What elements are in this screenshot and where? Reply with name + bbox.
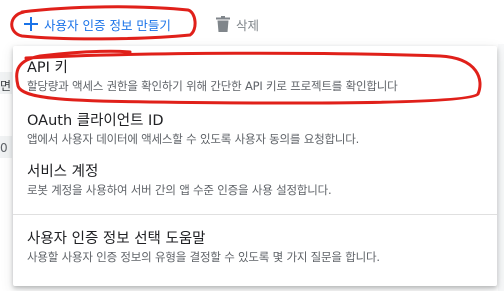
menu-item-description: 로봇 계정을 사용하여 서버 간의 앱 수준 인증을 사용 설정합니다. <box>27 183 332 197</box>
menu-item-help-me-choose[interactable]: 사용자 인증 정보 선택 도움말 사용할 사용자 인증 정보의 유형을 결정할 … <box>13 226 497 274</box>
menu-item-title: 서비스 계정 <box>27 164 99 180</box>
delete-label: 삭제 <box>236 17 260 33</box>
background-page-edge <box>498 44 504 291</box>
trash-icon <box>216 16 230 32</box>
menu-item-description: 앱에서 사용자 데이터에 액세스할 수 있도록 사용자 동의를 요청합니다. <box>27 132 360 146</box>
background-text: 면 <box>0 79 12 93</box>
menu-divider <box>13 214 497 215</box>
menu-item-description: 할당량과 액세스 권한을 확인하기 위해 간단한 API 키로 프로젝트를 확인… <box>27 79 398 93</box>
menu-item-title: API 키 <box>27 60 68 76</box>
menu-item-oauth-client-id[interactable]: OAuth 클라이언트 ID 앱에서 사용자 데이터에 액세스할 수 있도록 사… <box>13 106 497 154</box>
create-credentials-label: 사용자 인증 정보 만들기 <box>44 17 171 33</box>
toolbar: 사용자 인증 정보 만들기 삭제 <box>0 0 504 44</box>
menu-item-description: 사용할 사용자 인증 정보의 유형을 결정할 수 있도록 몇 가지 질문을 합니… <box>27 250 380 264</box>
menu-item-api-key[interactable]: API 키 할당량과 액세스 권한을 확인하기 위해 간단한 API 키로 프로… <box>13 52 497 100</box>
menu-item-title: 사용자 인증 정보 선택 도움말 <box>27 231 206 247</box>
background-text: 0 <box>0 141 8 155</box>
menu-item-service-account[interactable]: 서비스 계정 로봇 계정을 사용하여 서버 간의 앱 수준 인증을 사용 설정합… <box>13 158 497 206</box>
create-credentials-button[interactable]: 사용자 인증 정보 만들기 <box>24 12 171 36</box>
delete-button[interactable]: 삭제 <box>216 12 259 36</box>
menu-item-title: OAuth 클라이언트 ID <box>27 113 164 129</box>
plus-icon <box>24 17 38 31</box>
create-credentials-menu: API 키 할당량과 액세스 권한을 확인하기 위해 간단한 API 키로 프로… <box>13 46 497 286</box>
background-page: 면 0 <box>0 44 12 291</box>
